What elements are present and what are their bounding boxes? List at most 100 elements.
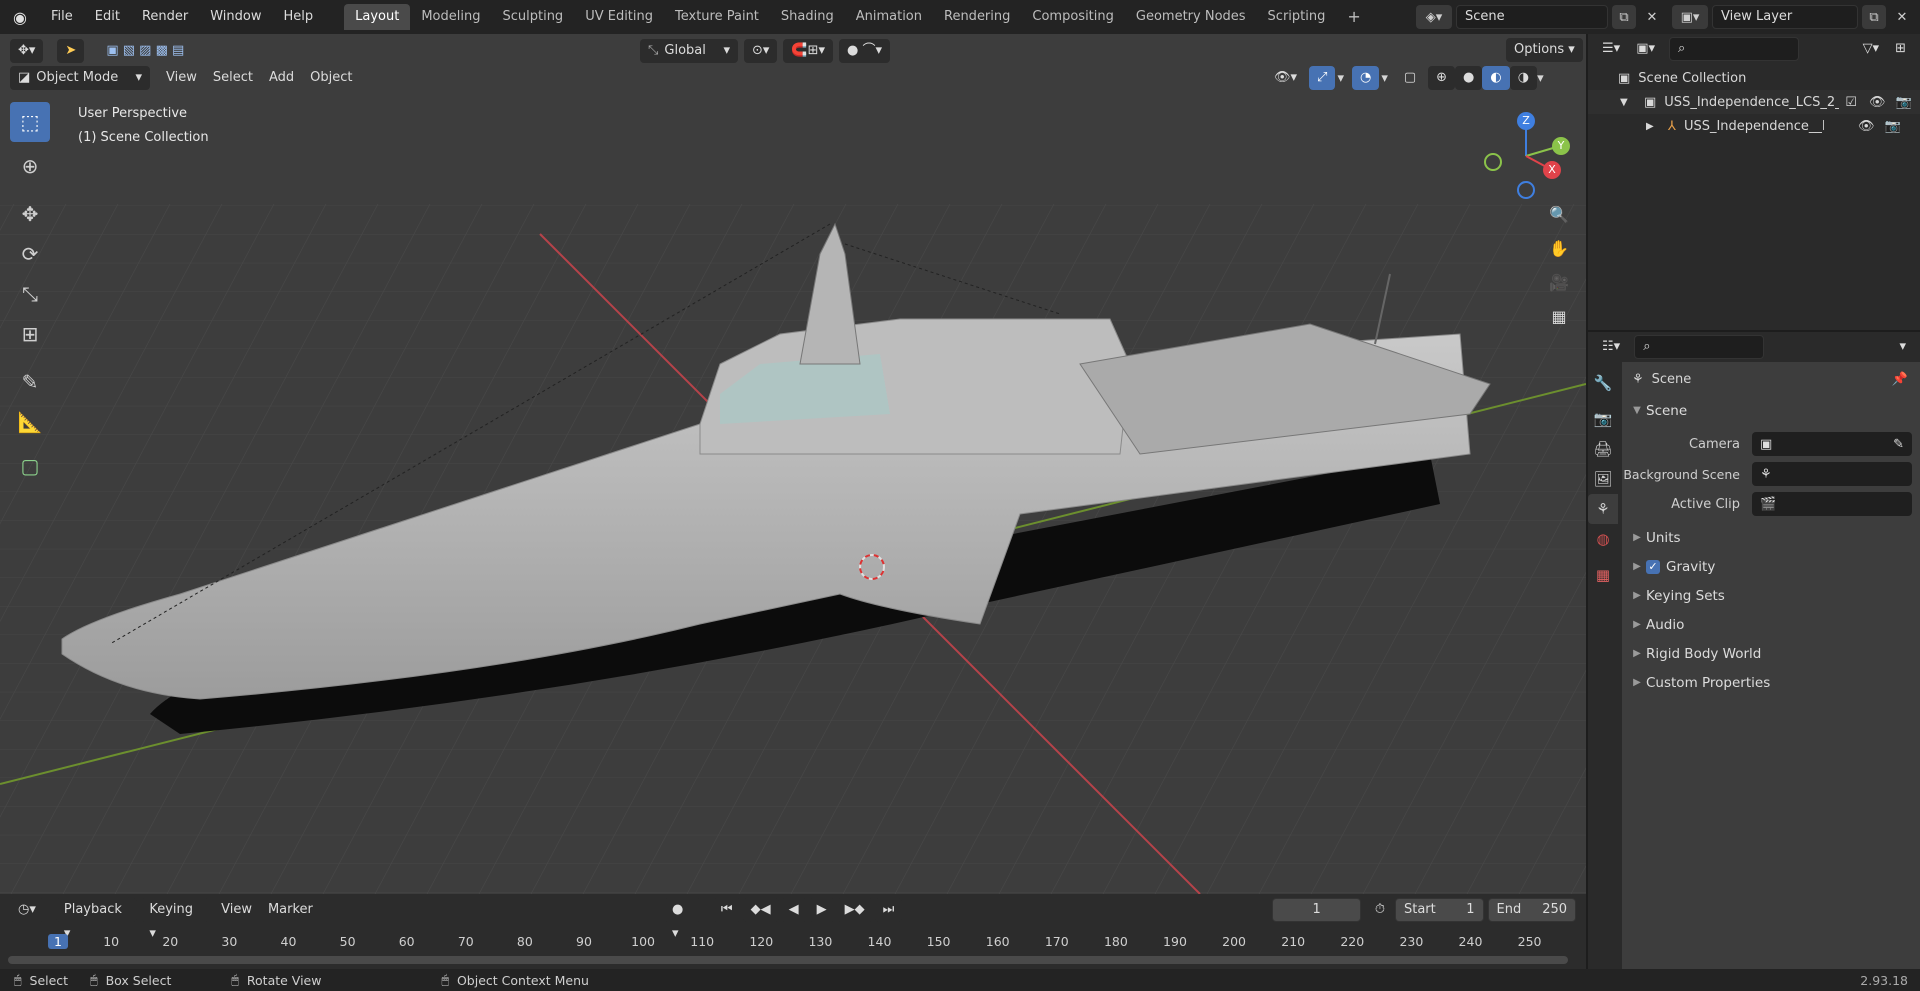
render-camera-icon[interactable]: 📷	[1884, 119, 1900, 134]
tab-shading[interactable]: Shading	[770, 4, 845, 30]
gizmo-y-axis[interactable]: Y	[1552, 137, 1570, 155]
tool-tab-icon[interactable]: 🔧	[1588, 368, 1618, 398]
selection-mode-icons[interactable]: ▣ ▧ ▨ ▩ ▤	[98, 39, 192, 63]
tab-modeling[interactable]: Modeling	[410, 4, 491, 30]
tab-scripting[interactable]: Scripting	[1257, 4, 1337, 30]
camera-field[interactable]: ▣ ✎	[1752, 432, 1912, 456]
audio-section-header[interactable]: ▶ Audio	[1622, 610, 1920, 639]
shading-wireframe-icon[interactable]: ⊕	[1428, 66, 1456, 90]
proportional-editing-icon[interactable]: ● ⌒▾	[839, 39, 891, 63]
shading-solid-icon[interactable]: ●	[1455, 66, 1483, 90]
gizmo-z-axis[interactable]: Z	[1517, 112, 1535, 130]
view-layer-copy-icon[interactable]: ⧉	[1862, 5, 1886, 29]
select-box-tool-icon[interactable]: ⬚	[10, 102, 50, 142]
ortho-grid-icon[interactable]: ▦	[1545, 302, 1573, 330]
tab-compositing[interactable]: Compositing	[1021, 4, 1125, 30]
outliner-scene-collection[interactable]: ▣ Scene Collection	[1588, 66, 1920, 90]
shading-rendered-icon[interactable]: ◑	[1509, 66, 1538, 90]
new-collection-icon[interactable]: ⊞	[1887, 37, 1914, 61]
mode-dropdown[interactable]: ◪ Object Mode ▾	[10, 66, 150, 90]
cursor-tool-icon[interactable]: ⊕	[10, 146, 50, 186]
outliner-collection-row[interactable]: ▼ ▣ USS_Independence_LCS_2_v1 ☑ 👁 📷	[1588, 90, 1920, 114]
properties-options-icon[interactable]: ▾	[1891, 335, 1914, 359]
visibility-icon[interactable]: 👁▾	[1266, 66, 1305, 90]
visibility-eye-icon[interactable]: 👁	[1869, 95, 1886, 110]
tab-layout[interactable]: Layout	[344, 4, 411, 30]
rigid-body-world-section-header[interactable]: ▶ Rigid Body World	[1622, 639, 1920, 668]
properties-search-input[interactable]: ⌕	[1634, 335, 1765, 359]
scene-copy-icon[interactable]: ⧉	[1612, 5, 1636, 29]
pan-hand-icon[interactable]: ✋	[1545, 234, 1573, 262]
scale-tool-icon[interactable]: ⤡	[10, 274, 50, 314]
scene-section-header[interactable]: ▼ Scene	[1622, 396, 1920, 425]
output-tab-icon[interactable]: 🖨	[1588, 434, 1618, 464]
navigation-gizmo[interactable]: Z Y X	[1480, 106, 1580, 206]
units-section-header[interactable]: ▶ Units	[1622, 523, 1920, 552]
menu-help[interactable]: Help	[273, 0, 325, 34]
menu-edit[interactable]: Edit	[84, 0, 131, 34]
3d-viewport[interactable]: ✥▾ ➤ ▣ ▧ ▨ ▩ ▤ ⤡ Global ▾ ⊙▾ 🧲⊞▾ ● ⌒▾ Opti…	[0, 34, 1586, 894]
scene-browse-icon[interactable]: ◈▾	[1416, 5, 1452, 29]
visibility-eye-icon[interactable]: 👁	[1858, 119, 1875, 134]
gravity-checkbox[interactable]: ✓	[1646, 559, 1660, 574]
menu-window[interactable]: Window	[199, 0, 272, 34]
outliner-editor-icon[interactable]: ☰▾	[1594, 37, 1628, 61]
viewport-menu-add[interactable]: Add	[261, 66, 302, 90]
tab-geometry-nodes[interactable]: Geometry Nodes	[1125, 4, 1257, 30]
add-cube-tool-icon[interactable]: ▢	[10, 446, 50, 486]
scene-close-icon[interactable]: ✕	[1640, 5, 1664, 29]
shading-material-icon[interactable]: ◐	[1482, 66, 1510, 90]
tab-sculpting[interactable]: Sculpting	[491, 4, 574, 30]
editor-type-icon[interactable]: ✥▾	[10, 39, 44, 63]
background-scene-field[interactable]: ⚘	[1752, 462, 1912, 486]
active-clip-field[interactable]: 🎬	[1752, 492, 1912, 516]
view-layer-close-icon[interactable]: ✕	[1890, 5, 1914, 29]
pivot-point-icon[interactable]: ⊙▾	[744, 39, 778, 63]
render-tab-icon[interactable]: 📷	[1588, 404, 1618, 434]
rotate-tool-icon[interactable]: ⟳	[10, 234, 50, 274]
texture-tab-icon[interactable]: ▦	[1588, 560, 1618, 590]
tab-rendering[interactable]: Rendering	[933, 4, 1021, 30]
gizmo-toggle-icon[interactable]: ⤢	[1309, 66, 1336, 90]
view-layer-browse-icon[interactable]: ▣▾	[1672, 5, 1708, 29]
tab-uv-editing[interactable]: UV Editing	[574, 4, 664, 30]
annotate-tool-icon[interactable]: ✎	[10, 362, 50, 402]
measure-tool-icon[interactable]: 📐	[10, 402, 50, 442]
transform-tool-icon[interactable]: ⊞	[10, 314, 50, 354]
keying-sets-section-header[interactable]: ▶ Keying Sets	[1622, 581, 1920, 610]
view-layer-field[interactable]: View Layer	[1712, 5, 1858, 29]
tab-animation[interactable]: Animation	[845, 4, 933, 30]
scene-name-field[interactable]: Scene	[1456, 5, 1608, 29]
overlay-toggle-icon[interactable]: ◔	[1351, 66, 1380, 90]
add-workspace-button[interactable]: +	[1336, 4, 1371, 30]
select-tool-icon[interactable]: ➤	[57, 39, 85, 63]
menu-render[interactable]: Render	[131, 0, 199, 34]
include-checkbox-icon[interactable]: ☑	[1845, 95, 1857, 110]
timeline-ruler[interactable]: 1 10 20 30 40 50 60 70 80 90 100 110 120 130 140 150 160…	[0, 894, 1586, 969]
outliner-display-mode-icon[interactable]: ▣▾	[1628, 37, 1663, 61]
move-tool-icon[interactable]: ✥	[10, 194, 50, 234]
gizmo-x-axis[interactable]: X	[1543, 161, 1561, 179]
viewport-menu-view[interactable]: View	[158, 66, 205, 90]
snap-icon[interactable]: 🧲⊞▾	[783, 39, 834, 63]
world-tab-icon[interactable]: ◍	[1588, 524, 1618, 554]
properties-editor-icon[interactable]: ☷▾	[1594, 335, 1628, 359]
outliner-object-row[interactable]: ▶ ⅄ USS_Independence__LCS 👁 📷	[1588, 114, 1920, 138]
camera-view-icon[interactable]: 🎥	[1545, 268, 1573, 296]
transform-orientation-dropdown[interactable]: ⤡ Global ▾	[640, 39, 738, 63]
viewport-menu-object[interactable]: Object	[302, 66, 360, 90]
render-camera-icon[interactable]: 📷	[1895, 95, 1911, 110]
outliner-filter-icon[interactable]: ▽▾	[1855, 37, 1888, 61]
expand-icon[interactable]: ▶	[1646, 121, 1664, 132]
eyedropper-icon[interactable]: ✎	[1893, 437, 1904, 452]
pin-icon[interactable]: 📌	[1892, 372, 1908, 387]
timeline-scrollbar[interactable]	[8, 956, 1568, 964]
viewport-menu-select[interactable]: Select	[205, 66, 261, 90]
zoom-icon[interactable]: 🔍	[1545, 200, 1573, 228]
view-layer-tab-icon[interactable]: 🖼	[1588, 464, 1618, 494]
expand-icon[interactable]: ▼	[1620, 97, 1638, 108]
xray-icon[interactable]: ▢	[1396, 66, 1424, 90]
scene-tab-icon[interactable]: ⚘	[1588, 494, 1618, 524]
outliner-search-input[interactable]: ⌕	[1669, 37, 1799, 61]
gravity-section-header[interactable]: ▶ ✓ Gravity	[1622, 552, 1920, 581]
